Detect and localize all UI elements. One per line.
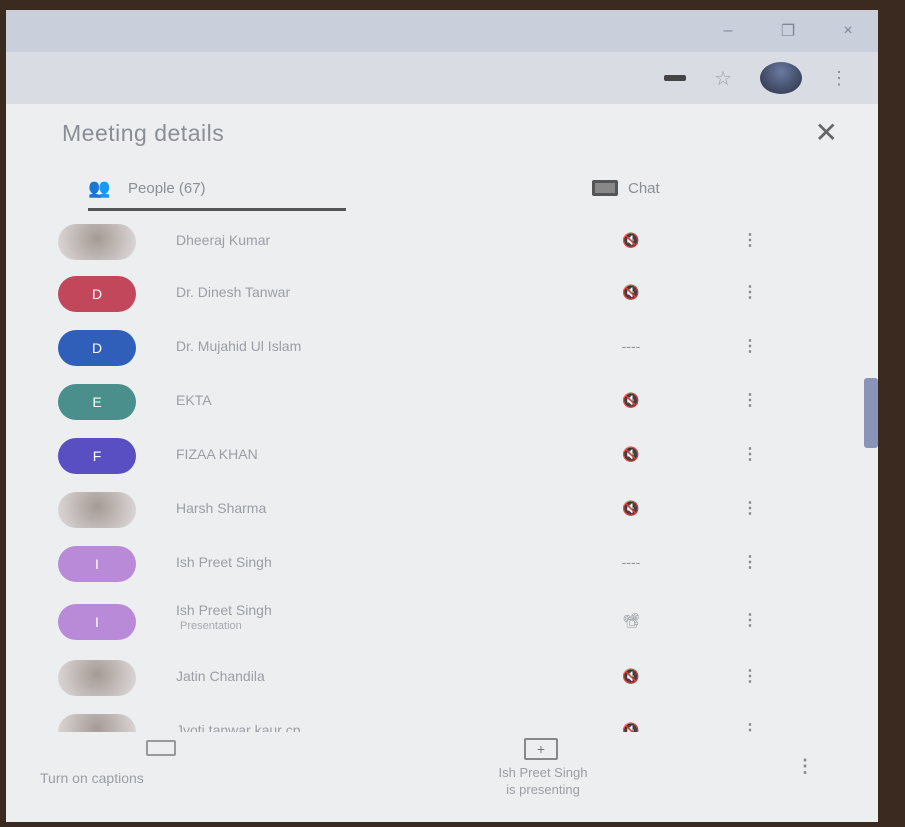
maximize-button[interactable]: ❐ [758,21,818,41]
avatar: I [58,546,136,582]
participant-name: Ish Preet Singh [176,602,272,618]
participant-row[interactable]: Dheeraj Kumar 🔇 ⋮ [6,216,878,266]
panel-tabs: 👥 People (67) Chat [6,168,878,211]
more-options-icon[interactable]: ⋮ [740,390,760,410]
browser-toolbar: ☆ ⋮ [6,52,878,104]
browser-menu-icon[interactable]: ⋮ [830,68,848,89]
mic-off-icon: 🔇 [622,284,640,300]
tab-chat-label: Chat [628,179,660,197]
participant-name: Ish Preet Singh [176,554,272,570]
people-icon: 👥 [88,178,111,198]
more-options-icon[interactable]: ⋮ [740,444,760,464]
minimize-button[interactable]: – [698,22,758,40]
participant-row[interactable]: D Dr. Mujahid Ul Islam ---- ⋮ [6,322,878,372]
more-options-icon[interactable]: ⋮ [740,498,760,518]
mic-off-icon: 🔇 [622,668,640,684]
avatar [58,224,136,260]
avatar: D [58,276,136,312]
profile-avatar[interactable] [760,62,802,94]
avatar: I [58,604,136,640]
participant-row[interactable]: Jatin Chandila 🔇 ⋮ [6,652,878,702]
participant-row[interactable]: I Ish Preet Singh Presentation 📽 ⋮ [6,596,878,646]
presenting-label: is presenting [506,782,580,797]
tab-chat[interactable]: Chat [592,168,660,208]
more-options-icon[interactable]: ⋮ [740,610,760,630]
participant-name: Harsh Sharma [176,500,267,516]
mic-off-icon: 🔇 [622,232,640,248]
avatar [58,492,136,528]
scrollbar[interactable] [864,378,878,448]
participant-row[interactable]: Harsh Sharma 🔇 ⋮ [6,484,878,534]
more-options-icon[interactable]: ⋮ [740,230,760,250]
participant-name: Dr. Mujahid Ul Islam [176,338,302,354]
close-icon[interactable]: ✕ [815,116,838,149]
participant-name: Jatin Chandila [176,668,265,684]
participant-row[interactable]: F FIZAA KHAN 🔇 ⋮ [6,430,878,480]
star-icon[interactable]: ☆ [714,66,732,91]
mic-off-icon: 🔇 [622,392,640,408]
avatar [58,660,136,696]
participant-name: Dr. Dinesh Tanwar [176,284,291,300]
avatar: E [58,384,136,420]
tab-people[interactable]: 👥 People (67) [88,168,346,211]
participant-row[interactable]: E EKTA 🔇 ⋮ [6,376,878,426]
participant-row[interactable]: D Dr. Dinesh Tanwar 🔇 ⋮ [6,268,878,318]
meeting-details-panel: Meeting details ✕ 👥 People (67) Chat Dhe… [6,104,878,822]
presenter-name: Ish Preet Singh [498,765,588,780]
participant-name: EKTA [176,392,212,408]
more-options-icon[interactable]: ⋮ [740,282,760,302]
participant-name: Dheeraj Kumar [176,232,271,248]
present-icon[interactable]: + [524,738,558,760]
panel-title: Meeting details [62,120,225,146]
panel-footer: Turn on captions + Ish Preet Singh is pr… [6,732,878,822]
key-icon[interactable] [664,75,687,81]
more-options-icon[interactable]: ⋮ [740,666,760,686]
presenting-icon: 📽 [622,612,640,628]
presenting-status: Ish Preet Singh is presenting [438,764,648,798]
more-options-icon[interactable]: ⋮ [740,552,760,572]
mic-off-icon: 🔇 [622,500,640,516]
avatar: D [58,330,136,366]
browser-screen: – ❐ × ☆ ⋮ Meeting details ✕ 👥 People (67… [6,10,878,822]
footer-more-icon[interactable]: ⋮ [796,756,814,777]
chat-icon [592,180,618,196]
avatar: F [58,438,136,474]
participant-subname: Presentation [180,620,242,632]
more-options-icon[interactable]: ⋮ [740,336,760,356]
speaking-indicator: ---- [621,338,641,354]
captions-button[interactable]: Turn on captions [40,770,144,786]
close-window-button[interactable]: × [818,22,878,40]
mic-off-icon: 🔇 [622,446,640,462]
speaking-indicator: ---- [621,554,641,570]
participant-name: FIZAA KHAN [176,446,258,462]
captions-icon[interactable] [146,740,176,756]
window-titlebar: – ❐ × [6,10,878,52]
participant-row[interactable]: I Ish Preet Singh ---- ⋮ [6,538,878,588]
tab-people-label: People (67) [128,179,206,197]
